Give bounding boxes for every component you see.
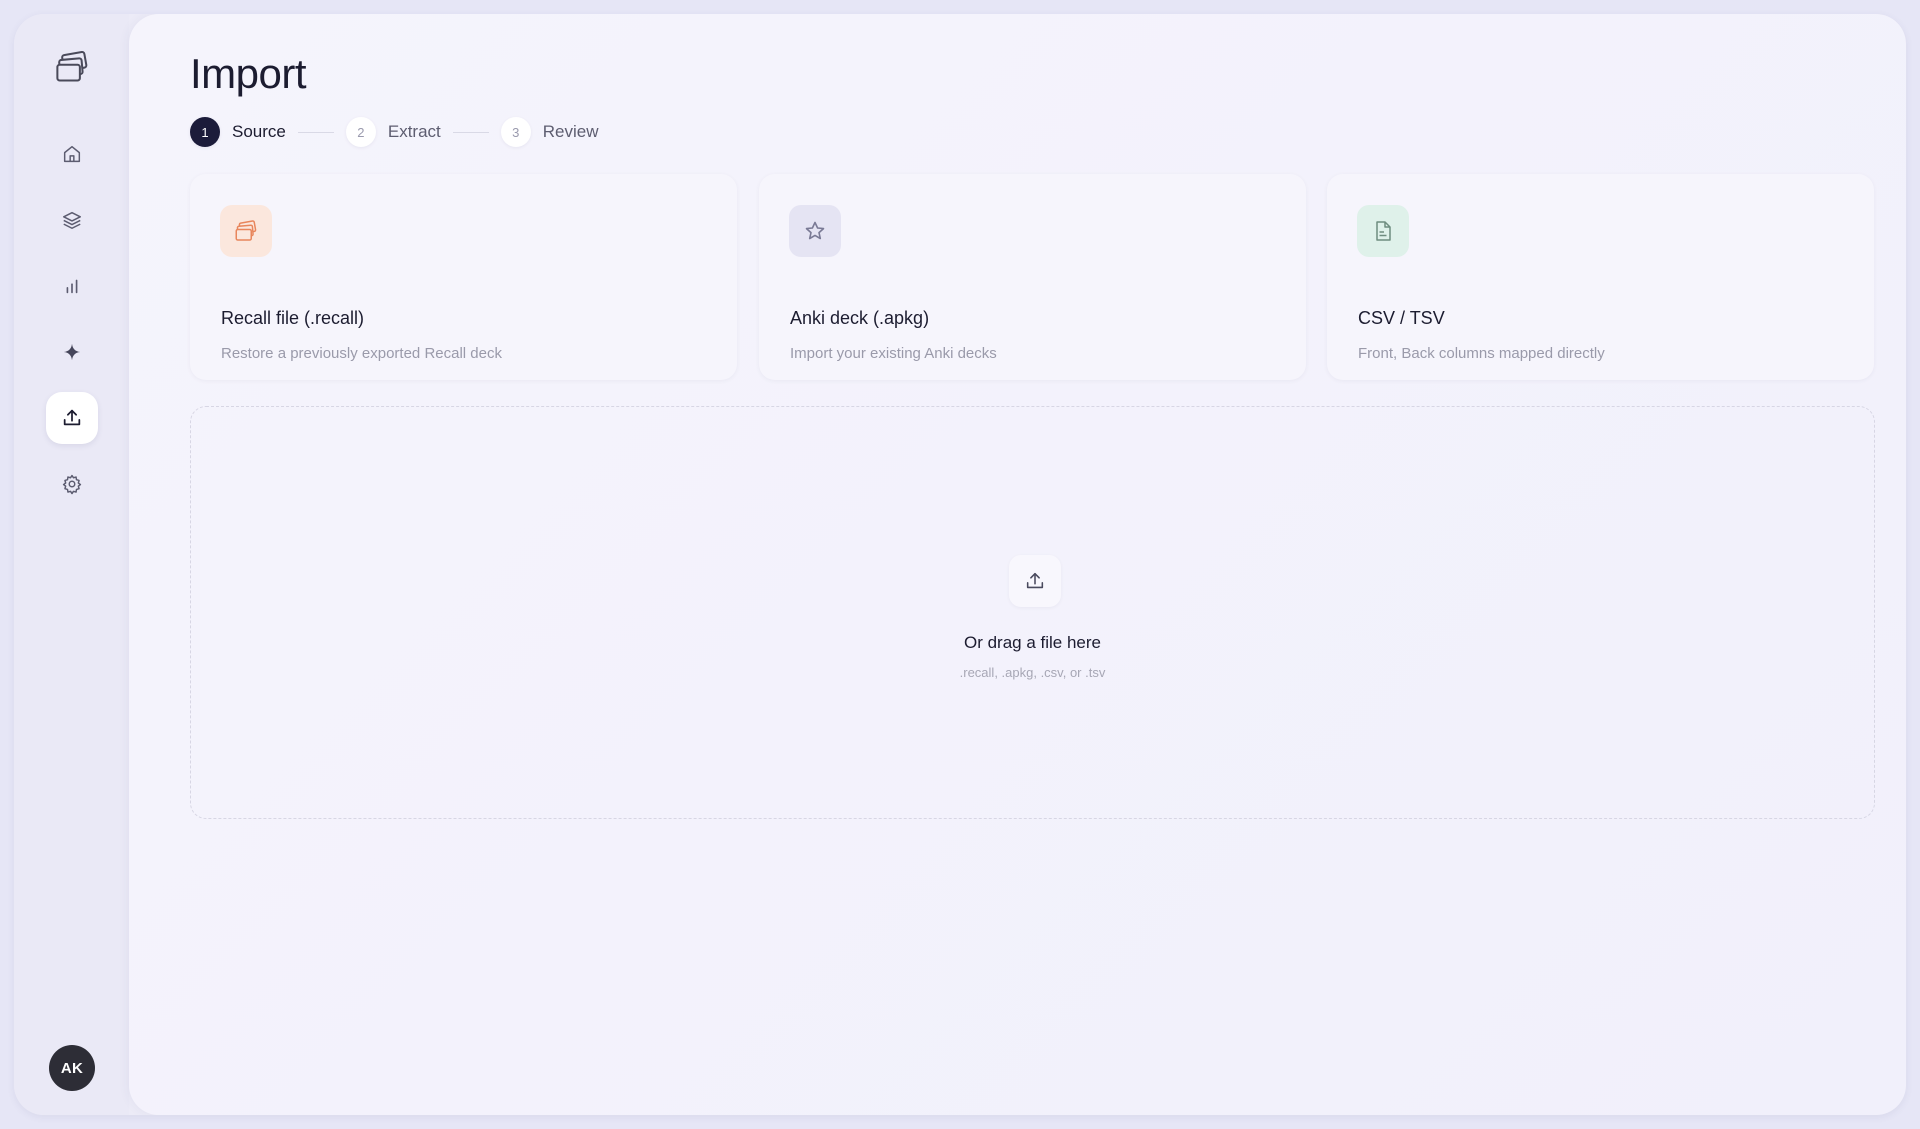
nav-import[interactable] bbox=[46, 392, 98, 444]
step-number: 3 bbox=[500, 117, 531, 147]
step-divider bbox=[452, 131, 489, 133]
user-avatar[interactable]: AK bbox=[49, 1045, 95, 1091]
step-divider bbox=[297, 131, 334, 133]
card-icon-wrap bbox=[1357, 205, 1409, 257]
step-label: Extract bbox=[387, 122, 441, 141]
upload-icon bbox=[1026, 572, 1044, 589]
layers-icon bbox=[63, 211, 81, 229]
upload-icon bbox=[63, 409, 81, 426]
app-shell: AK Import 1 Source 2 Extract 3 Review Re… bbox=[14, 14, 1906, 1115]
stacked-cards-icon bbox=[56, 51, 88, 82]
step-label: Source bbox=[232, 122, 286, 141]
step-source[interactable]: 1 Source bbox=[190, 117, 286, 147]
card-icon-wrap bbox=[789, 205, 841, 257]
nav-settings[interactable] bbox=[46, 458, 98, 510]
nav-home[interactable] bbox=[46, 128, 98, 180]
nav-ai[interactable] bbox=[46, 326, 98, 378]
step-number: 2 bbox=[345, 117, 376, 147]
sparkle-icon bbox=[63, 343, 81, 361]
card-title: CSV / TSV bbox=[1358, 308, 1445, 328]
file-dropzone[interactable]: Or drag a file here .recall, .apkg, .csv… bbox=[190, 406, 1875, 819]
import-stepper: 1 Source 2 Extract 3 Review bbox=[190, 117, 599, 147]
card-title: Recall file (.recall) bbox=[221, 308, 365, 328]
app-logo[interactable] bbox=[53, 48, 91, 86]
main-content: Import 1 Source 2 Extract 3 Review Recal… bbox=[129, 14, 1906, 1115]
nav-decks[interactable] bbox=[46, 194, 98, 246]
sidebar: AK bbox=[14, 14, 129, 1115]
card-icon-wrap bbox=[220, 205, 272, 257]
source-card-anki[interactable]: Anki deck (.apkg) Import your existing A… bbox=[759, 174, 1306, 380]
gear-icon bbox=[62, 474, 82, 495]
card-description: Restore a previously exported Recall dec… bbox=[221, 345, 502, 362]
home-icon bbox=[63, 145, 81, 163]
source-card-recall[interactable]: Recall file (.recall) Restore a previous… bbox=[190, 174, 737, 380]
dropzone-hint: .recall, .apkg, .csv, or .tsv bbox=[959, 665, 1106, 680]
csv-file-icon bbox=[1376, 221, 1391, 241]
step-extract[interactable]: 2 Extract bbox=[345, 117, 441, 147]
step-review[interactable]: 3 Review bbox=[500, 117, 599, 147]
bar-chart-icon bbox=[66, 279, 78, 294]
card-description: Front, Back columns mapped directly bbox=[1358, 345, 1605, 362]
star-icon bbox=[805, 221, 825, 240]
nav-stats[interactable] bbox=[46, 260, 98, 312]
card-description: Import your existing Anki decks bbox=[790, 345, 997, 362]
source-card-csv[interactable]: CSV / TSV Front, Back columns mapped dir… bbox=[1327, 174, 1874, 380]
step-label: Review bbox=[542, 122, 599, 141]
card-title: Anki deck (.apkg) bbox=[790, 308, 930, 328]
stacked-cards-icon bbox=[235, 220, 257, 241]
dropzone-icon-wrap bbox=[1009, 555, 1061, 607]
step-number: 1 bbox=[190, 117, 220, 147]
dropzone-text: Or drag a file here bbox=[963, 633, 1101, 652]
page-title: Import bbox=[190, 50, 307, 97]
